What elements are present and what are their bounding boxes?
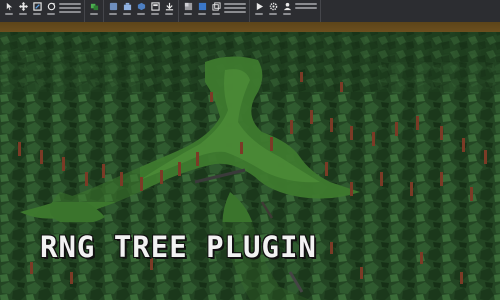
ui-icon — [150, 2, 160, 11]
ribbon-group-insert — [179, 0, 250, 22]
play-icon — [256, 2, 263, 11]
group-tool-button[interactable] — [210, 2, 222, 16]
color-icon — [198, 2, 206, 11]
move-icon — [18, 2, 28, 11]
material-icon — [184, 2, 192, 11]
ribbon-group-terrain — [104, 0, 179, 22]
import-icon — [165, 2, 173, 11]
ribbon-toolbar — [0, 0, 500, 23]
scale-icon — [32, 2, 42, 11]
ribbon-group-tools — [0, 0, 85, 22]
settings-tool-button[interactable] — [267, 2, 279, 16]
import-tool-button[interactable] — [163, 2, 175, 16]
transform-options[interactable] — [59, 3, 81, 13]
ribbon-empty-area — [321, 0, 500, 22]
join-tool-button[interactable] — [88, 2, 100, 16]
insert-options[interactable] — [224, 3, 246, 13]
material-tool-button[interactable] — [182, 2, 194, 16]
toolbox-tool-button[interactable] — [121, 2, 133, 16]
studio-window: RNG TREE PLUGIN — [0, 0, 500, 300]
team-tool-button[interactable] — [281, 2, 293, 16]
rotate-icon — [47, 2, 55, 11]
ribbon-group-test — [250, 0, 321, 22]
select-icon — [6, 2, 12, 11]
select-tool-button[interactable] — [3, 2, 15, 16]
join-icon — [90, 3, 98, 11]
scale-tool-button[interactable] — [31, 2, 43, 16]
part-icon — [137, 2, 145, 11]
ui-tool-button[interactable] — [149, 2, 161, 16]
color-tool-button[interactable] — [196, 2, 208, 16]
editor-tool-button[interactable] — [107, 2, 119, 16]
editor-icon — [109, 2, 117, 11]
ribbon-group-collisions — [85, 0, 104, 22]
move-tool-button[interactable] — [17, 2, 29, 16]
settings-icon — [269, 2, 277, 11]
toolbox-icon — [123, 2, 131, 11]
play-tool-button[interactable] — [253, 2, 265, 16]
rotate-tool-button[interactable] — [45, 2, 57, 16]
team-icon — [283, 2, 291, 11]
viewport-3d[interactable]: RNG TREE PLUGIN — [0, 22, 500, 300]
part-tool-button[interactable] — [135, 2, 147, 16]
plugin-title-overlay: RNG TREE PLUGIN — [40, 230, 317, 264]
test-options[interactable] — [295, 3, 317, 9]
group-icon — [211, 2, 221, 11]
